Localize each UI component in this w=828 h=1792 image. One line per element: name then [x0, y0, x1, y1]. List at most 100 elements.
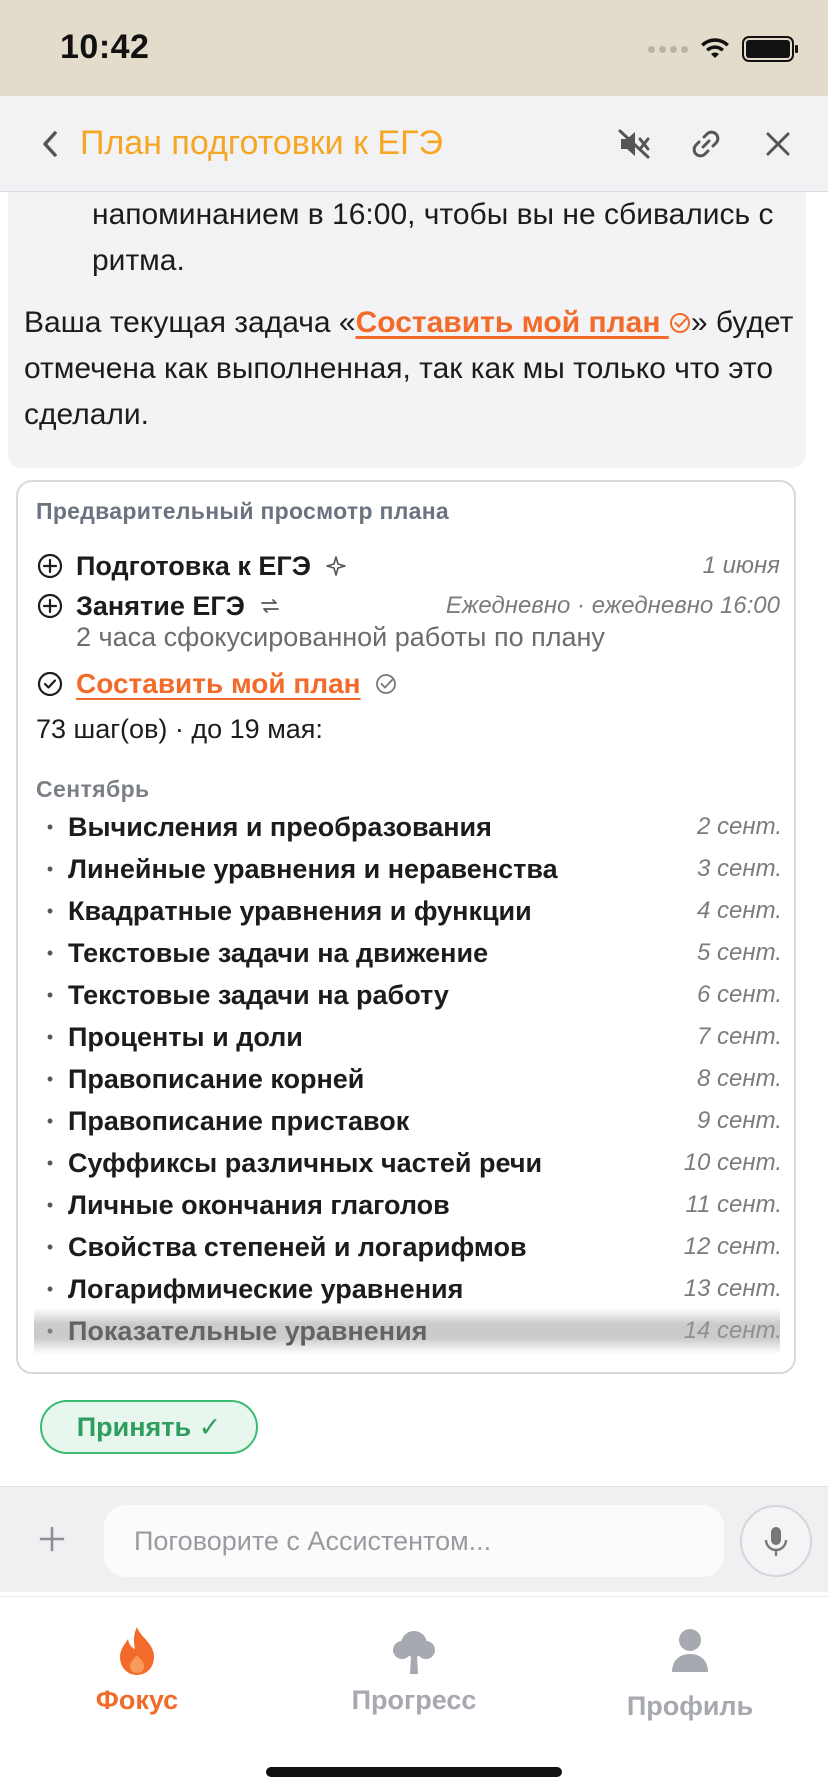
battery-icon [742, 36, 798, 62]
list-item[interactable]: • Правописание корней 8 сент. [32, 1058, 784, 1100]
bullet: • [46, 858, 54, 879]
bullet: • [46, 816, 54, 837]
accept-button[interactable]: Принять ✓ [40, 1400, 258, 1454]
step-name: Линейные уравнения и неравенства [68, 853, 558, 884]
step-date: 3 сент. [697, 855, 782, 882]
attach-button[interactable] [30, 1517, 74, 1561]
header-actions [612, 120, 800, 168]
sparkle-icon [325, 555, 347, 577]
list-item[interactable]: • Вычисления и преобразования 2 сент. [32, 806, 784, 848]
list-item[interactable]: • Правописание приставок 9 сент. [32, 1100, 784, 1142]
status-time: 10:42 [60, 28, 150, 66]
bullet: • [46, 1320, 54, 1341]
step-date: 11 сент. [685, 1191, 782, 1218]
mute-button[interactable] [612, 120, 656, 168]
step-name: Суффиксы различных частей речи [68, 1147, 543, 1178]
message-input[interactable] [104, 1505, 724, 1577]
task-link-label: Составить мой план [355, 306, 661, 339]
app-screen: 10:42 План подготовки к ЕГЭ напоминанием… [0, 0, 828, 1792]
goal-date: 1 июня [702, 552, 780, 579]
close-icon [766, 132, 790, 156]
list-item[interactable]: • Суффиксы различных частей речи 10 сент. [32, 1142, 784, 1184]
step-list: • Вычисления и преобразования 2 сент. • Лин… [32, 806, 784, 1362]
task-row[interactable]: Составить мой план [36, 664, 397, 704]
bullet: • [46, 1236, 54, 1257]
tab-profile[interactable]: Профиль [590, 1623, 790, 1722]
tab-focus[interactable]: Фокус [37, 1623, 237, 1716]
mute-icon [618, 129, 650, 159]
list-item[interactable]: • Логарифмические уравнения 13 сент. [32, 1268, 784, 1310]
step-name: Текстовые задачи на работу [68, 979, 449, 1010]
month-label: Сентябрь [36, 776, 150, 802]
step-date: 7 сент. [697, 1023, 782, 1050]
bullet: • [46, 1110, 54, 1131]
person-icon [660, 1623, 720, 1679]
assistant-message: напоминанием в 16:00, чтобы вы не сбивал… [8, 192, 806, 468]
tab-label: Фокус [95, 1685, 179, 1715]
bullet: • [46, 984, 54, 1005]
bullet: • [46, 900, 54, 921]
step-date: 12 сент. [683, 1233, 782, 1260]
repeat-icon [259, 596, 281, 616]
step-name: Проценты и доли [68, 1021, 303, 1052]
step-name: Правописание корней [68, 1063, 365, 1094]
link-icon [692, 130, 720, 158]
step-name: Личные окончания глаголов [68, 1189, 450, 1220]
status-icons [648, 36, 798, 62]
tab-bar: Фокус Прогресс Профиль [0, 1596, 828, 1792]
step-name: Правописание приставок [68, 1105, 410, 1136]
list-item[interactable]: • Квадратные уравнения и функции 4 сент. [32, 890, 784, 932]
close-button[interactable] [756, 120, 800, 168]
microphone-button[interactable] [740, 1505, 812, 1577]
step-date: 10 сент. [683, 1149, 782, 1176]
step-name: Квадратные уравнения и функции [68, 895, 532, 926]
list-item[interactable]: • Текстовые задачи на движение 5 сент. [32, 932, 784, 974]
tab-label: Профиль [626, 1691, 754, 1721]
step-date: 5 сент. [697, 939, 782, 966]
step-date: 6 сент. [697, 981, 782, 1008]
list-item[interactable]: • Личные окончания глаголов 11 сент. [32, 1184, 784, 1226]
bullet: • [46, 1194, 54, 1215]
list-item[interactable]: • Показательные уравнения 14 сент. [32, 1310, 784, 1352]
add-circle-icon [36, 592, 64, 620]
step-name: Вычисления и преобразования [68, 811, 492, 842]
step-name: Показательные уравнения [68, 1315, 428, 1346]
back-chevron-icon [43, 131, 57, 157]
goal-row[interactable]: Занятие ЕГЭ Ежедневно · ежедневно 16:00 [36, 586, 780, 626]
tab-progress[interactable]: Прогресс [314, 1623, 514, 1716]
step-date: 4 сент. [697, 897, 782, 924]
list-item[interactable]: • Проценты и доли 7 сент. [32, 1016, 784, 1058]
message-text-previous: напоминанием в 16:00, чтобы вы не сбивал… [92, 198, 774, 277]
composer-bar [0, 1486, 828, 1592]
bullet: • [46, 942, 54, 963]
wifi-icon [701, 38, 729, 58]
step-date: 2 сент. [697, 813, 782, 840]
home-indicator [266, 1767, 562, 1777]
flame-icon [107, 1623, 167, 1679]
back-button[interactable] [30, 122, 70, 166]
goal-name: Подготовка к ЕГЭ [76, 550, 311, 581]
cellular-signal-icon [648, 45, 688, 53]
add-circle-icon [36, 552, 64, 580]
tab-label: Прогресс [351, 1685, 477, 1715]
tree-icon [384, 1623, 444, 1679]
goal-subtitle: 2 часа сфокусированной работы по плану [76, 622, 605, 652]
page-title: План подготовки к ЕГЭ [80, 124, 443, 162]
check-circle-icon [36, 670, 64, 698]
bullet: • [46, 1278, 54, 1299]
list-item[interactable]: • Линейные уравнения и неравенства 3 сент. [32, 848, 784, 890]
share-link-button[interactable] [684, 120, 728, 168]
list-item[interactable]: • Текстовые задачи на работу 6 сент. [32, 974, 784, 1016]
microphone-icon [764, 1527, 788, 1557]
goal-row[interactable]: Подготовка к ЕГЭ 1 июня [36, 546, 780, 586]
steps-summary: 73 шаг(ов) · до 19 мая: [36, 714, 323, 744]
goal-schedule: Ежедневно · ежедневно 16:00 [445, 592, 780, 619]
task-name-link[interactable]: Составить мой план [76, 668, 361, 700]
step-name: Текстовые задачи на движение [68, 937, 489, 968]
status-bar: 10:42 [0, 0, 828, 96]
plan-preview-header: Предварительный просмотр плана [36, 498, 450, 524]
list-item[interactable]: • Свойства степеней и логарифмов 12 сент. [32, 1226, 784, 1268]
bullet: • [46, 1068, 54, 1089]
message-text: Ваша текущая задача «Составить мой план … [24, 300, 794, 438]
task-link[interactable]: Составить мой план [356, 306, 691, 339]
